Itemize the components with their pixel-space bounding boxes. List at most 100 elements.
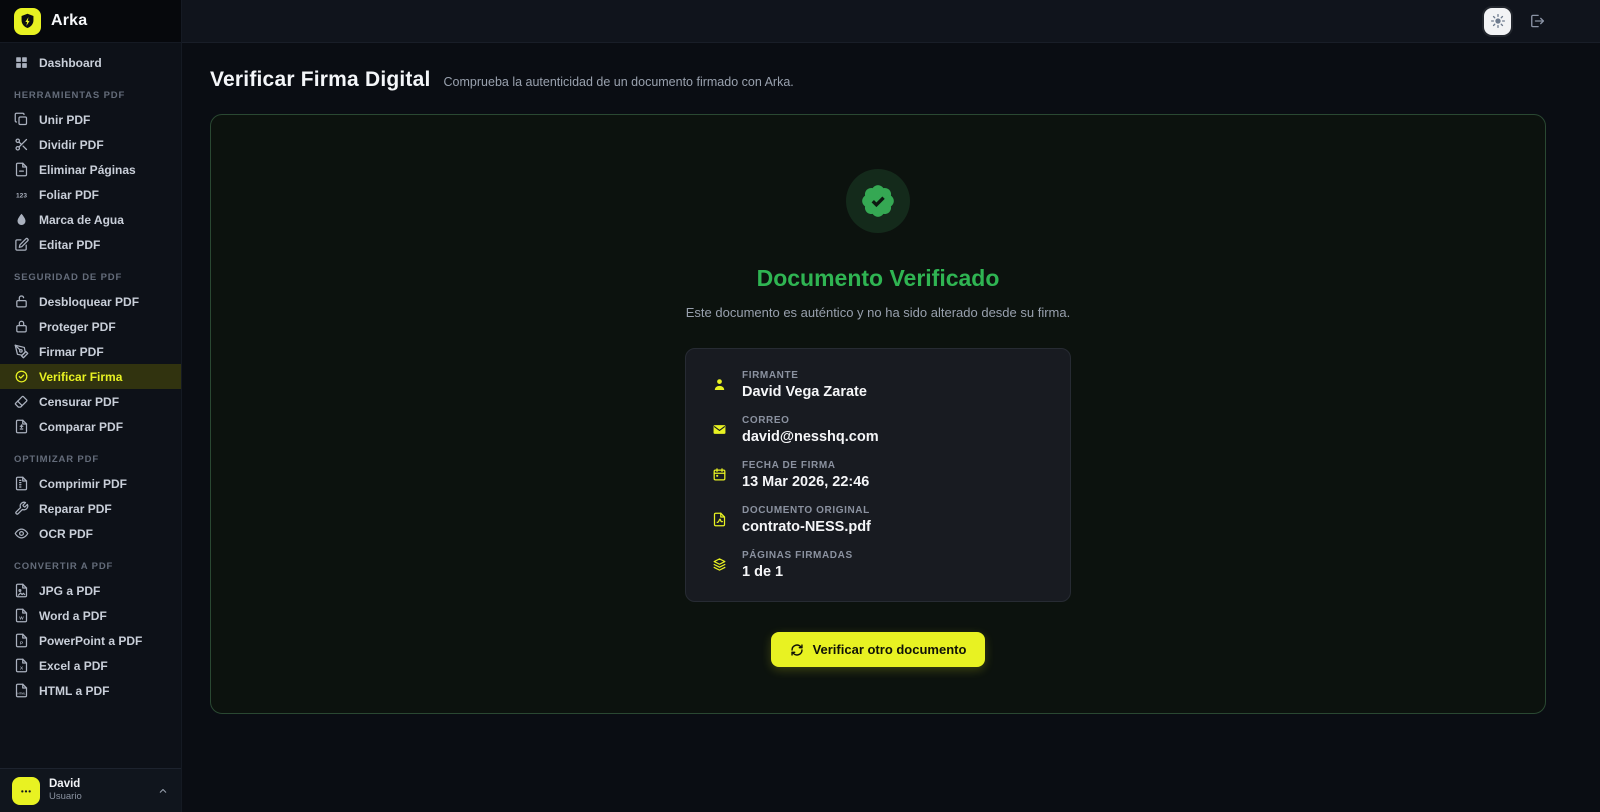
sidebar-item-label: PowerPoint a PDF — [39, 633, 143, 648]
sidebar-item-unir-pdf[interactable]: Unir PDF — [0, 107, 181, 132]
mail-icon — [712, 422, 727, 437]
nav-section-title: OPTIMIZAR PDF — [14, 454, 99, 465]
scissors-icon — [14, 137, 29, 152]
sidebar-item-label: Foliar PDF — [39, 187, 100, 202]
verify-another-button[interactable]: Verificar otro documento — [770, 632, 986, 667]
copy-icon — [14, 112, 29, 127]
page-subtitle: Comprueba la autenticidad de un document… — [443, 75, 794, 89]
wrench-icon — [14, 501, 29, 516]
detail-label: CORREO — [742, 415, 790, 426]
sidebar-nav: Dashboard HERRAMIENTAS PDF Unir PDF Dividir… — [0, 43, 181, 703]
sidebar-item-label: Firmar PDF — [39, 344, 104, 359]
sidebar-item-verificar-firma[interactable]: Verificar Firma — [0, 364, 181, 389]
file-minus-icon — [14, 162, 29, 177]
file-image-icon — [14, 583, 29, 598]
main-content: Verificar Firma Digital Comprueba la aut… — [182, 43, 1600, 812]
sidebar-item-label: Marca de Agua — [39, 212, 124, 227]
arka-logo-icon — [14, 7, 41, 35]
sidebar-item-dashboard[interactable]: Dashboard — [0, 50, 181, 75]
edit-icon — [14, 237, 29, 252]
sidebar-item-jpg-a-pdf[interactable]: JPG a PDF — [0, 578, 181, 603]
sidebar-item-ocr-pdf[interactable]: OCR PDF — [0, 521, 181, 546]
sidebar-item-label: Desbloquear PDF — [39, 294, 140, 309]
detail-value: contrato-NESS.pdf — [742, 519, 871, 535]
file-excel-icon — [14, 658, 29, 673]
signature-details-card: FIRMANTE David Vega Zarate CORREO david@nes… — [685, 348, 1071, 602]
sidebar-item-powerpoint-a-pdf[interactable]: PowerPoint a PDF — [0, 628, 181, 653]
detail-label: FIRMANTE — [742, 370, 799, 381]
detail-text: FECHA DE FIRMA 13 Mar 2026, 22:46 — [742, 460, 869, 490]
detail-row-correo: CORREO david@nesshq.com — [712, 415, 1044, 445]
detail-label: FECHA DE FIRMA — [742, 460, 836, 471]
droplet-icon — [14, 212, 29, 227]
sidebar-item-html-a-pdf[interactable]: HTML a PDF — [0, 678, 181, 703]
file-zip-icon — [14, 476, 29, 491]
sidebar-item-foliar-pdf[interactable]: Foliar PDF — [0, 182, 181, 207]
sidebar-item-excel-a-pdf[interactable]: Excel a PDF — [0, 653, 181, 678]
layers-icon — [712, 557, 727, 572]
sidebar-item-label: Verificar Firma — [39, 369, 123, 384]
sidebar: Arka Dashboard HERRAMIENTAS PDF Unir PDF Di… — [0, 0, 182, 812]
sidebar-item-comprimir-pdf[interactable]: Comprimir PDF — [0, 471, 181, 496]
brand[interactable]: Arka — [0, 0, 181, 43]
sidebar-item-comparar-pdf[interactable]: Comparar PDF — [0, 414, 181, 439]
detail-value: david@nesshq.com — [742, 429, 879, 445]
sidebar-item-firmar-pdf[interactable]: Firmar PDF — [0, 339, 181, 364]
unlock-icon — [14, 294, 29, 309]
detail-text: FIRMANTE David Vega Zarate — [742, 370, 867, 400]
sidebar-item-editar-pdf[interactable]: Editar PDF — [0, 232, 181, 257]
refresh-icon — [790, 643, 804, 657]
user-icon — [712, 377, 727, 392]
detail-row-firmante: FIRMANTE David Vega Zarate — [712, 370, 1044, 400]
dashboard-icon — [14, 55, 29, 70]
user-role: Usuario — [49, 790, 82, 802]
file-ppt-icon — [14, 633, 29, 648]
sidebar-item-label: OCR PDF — [39, 526, 93, 541]
sun-icon — [1490, 13, 1506, 29]
sidebar-item-label: Comprimir PDF — [39, 476, 128, 491]
theme-toggle-button[interactable] — [1484, 7, 1511, 35]
sidebar-item-word-a-pdf[interactable]: Word a PDF — [0, 603, 181, 628]
status-title: Documento Verificado — [756, 265, 1000, 291]
sidebar-item-reparar-pdf[interactable]: Reparar PDF — [0, 496, 181, 521]
verification-result-card: Documento Verificado Este documento es a… — [210, 114, 1546, 714]
page-title: Verificar Firma Digital — [210, 68, 431, 91]
nav-section-title: SEGURIDAD DE PDF — [14, 272, 123, 283]
sidebar-item-eliminar-paginas[interactable]: Eliminar Páginas — [0, 157, 181, 182]
detail-text: CORREO david@nesshq.com — [742, 415, 879, 445]
verify-another-label: Verificar otro documento — [812, 642, 967, 657]
detail-label: DOCUMENTO ORIGINAL — [742, 505, 870, 516]
page-header: Verificar Firma Digital Comprueba la aut… — [182, 43, 1600, 92]
file-word-icon — [14, 608, 29, 623]
sidebar-item-label: Reparar PDF — [39, 501, 112, 516]
sidebar-item-label: Excel a PDF — [39, 658, 108, 673]
sidebar-item-label: Editar PDF — [39, 237, 101, 252]
sidebar-item-marca-de-agua[interactable]: Marca de Agua — [0, 207, 181, 232]
detail-label: PÁGINAS FIRMADAS — [742, 550, 853, 561]
detail-row-paginas-firmadas: PÁGINAS FIRMADAS 1 de 1 — [712, 550, 1044, 580]
file-diff-icon — [14, 419, 29, 434]
pen-icon — [14, 344, 29, 359]
sidebar-item-dividir-pdf[interactable]: Dividir PDF — [0, 132, 181, 157]
sidebar-item-label: Dividir PDF — [39, 137, 104, 152]
eye-icon — [14, 526, 29, 541]
topbar — [182, 0, 1600, 43]
sidebar-item-censurar-pdf[interactable]: Censurar PDF — [0, 389, 181, 414]
avatar — [12, 776, 40, 805]
logout-button[interactable] — [1528, 12, 1546, 30]
detail-row-documento-original: DOCUMENTO ORIGINAL contrato-NESS.pdf — [712, 505, 1044, 535]
detail-text: PÁGINAS FIRMADAS 1 de 1 — [742, 550, 853, 580]
detail-row-fecha-de-firma: FECHA DE FIRMA 13 Mar 2026, 22:46 — [712, 460, 1044, 490]
user-name: David — [49, 778, 81, 791]
sidebar-item-label: Dashboard — [39, 55, 102, 70]
sidebar-item-proteger-pdf[interactable]: Proteger PDF — [0, 314, 181, 339]
detail-value: David Vega Zarate — [742, 384, 867, 400]
detail-value: 1 de 1 — [742, 564, 784, 580]
eraser-icon — [14, 394, 29, 409]
chevron-up-icon — [157, 785, 169, 797]
sidebar-item-desbloquear-pdf[interactable]: Desbloquear PDF — [0, 289, 181, 314]
brand-name: Arka — [51, 12, 88, 29]
sidebar-item-label: Unir PDF — [39, 112, 91, 127]
user-menu[interactable]: David Usuario — [0, 768, 181, 812]
file-pdf-icon — [712, 512, 727, 527]
